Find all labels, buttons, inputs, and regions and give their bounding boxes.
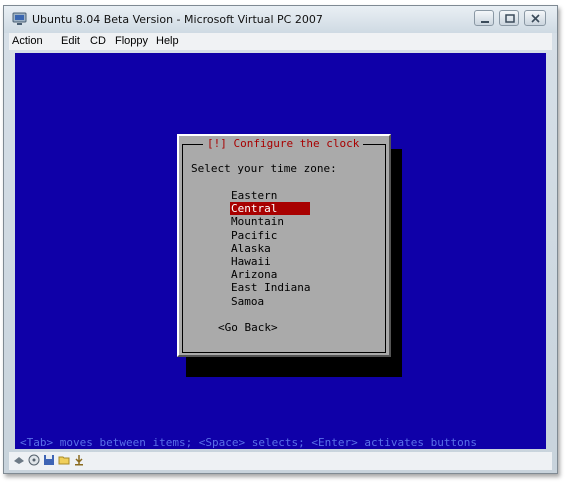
menu-cd[interactable]: CD (90, 35, 106, 47)
timezone-option-alaska[interactable]: Alaska (230, 242, 310, 255)
minimize-button[interactable] (474, 10, 494, 26)
timezone-option-mountain[interactable]: Mountain (230, 215, 310, 228)
vpc-window: Ubuntu 8.04 Beta Version - Microsoft Vir… (3, 5, 558, 474)
close-button[interactable] (524, 10, 546, 26)
status-bar (9, 452, 552, 470)
window-title: Ubuntu 8.04 Beta Version - Microsoft Vir… (32, 13, 323, 26)
menu-bar: Action Edit CD Floppy Help (9, 33, 552, 50)
minimize-icon (481, 21, 489, 23)
timezone-option-arizona[interactable]: Arizona (230, 268, 310, 281)
timezone-prompt: Select your time zone: (191, 162, 337, 175)
timezone-option-central[interactable]: Central (230, 202, 310, 216)
go-back-button[interactable]: <Go Back> (218, 321, 278, 334)
timezone-option-eastern[interactable]: Eastern (230, 189, 310, 202)
title-bar[interactable]: Ubuntu 8.04 Beta Version - Microsoft Vir… (4, 6, 557, 33)
keyboard-hint: <Tab> moves between items; <Space> selec… (20, 436, 477, 449)
menu-edit[interactable]: Edit (61, 35, 80, 47)
virtual-pc-icon (12, 12, 27, 25)
cd-icon[interactable] (28, 454, 40, 466)
floppy-icon[interactable] (43, 454, 55, 466)
menu-help[interactable]: Help (156, 35, 179, 47)
maximize-icon (505, 14, 515, 23)
usb-icon[interactable] (73, 454, 85, 466)
timezone-option-hawaii[interactable]: Hawaii (230, 255, 310, 268)
configure-clock-dialog: [!] Configure the clock Select your time… (177, 134, 391, 357)
maximize-button[interactable] (499, 10, 519, 26)
dialog-title: [!] Configure the clock (203, 137, 364, 150)
menu-action[interactable]: Action (12, 35, 43, 47)
timezone-option-samoa[interactable]: Samoa (230, 295, 310, 308)
network-icon[interactable] (13, 454, 25, 466)
timezone-option-east-indiana[interactable]: East Indiana (230, 281, 310, 294)
shared-folder-icon[interactable] (58, 454, 70, 466)
vm-screen[interactable]: [!] Configure the clock Select your time… (15, 53, 546, 449)
close-icon (531, 14, 540, 23)
timezone-list: Eastern Central Mountain Pacific Alaska … (230, 189, 310, 308)
menu-floppy[interactable]: Floppy (115, 35, 148, 47)
timezone-option-pacific[interactable]: Pacific (230, 229, 310, 242)
